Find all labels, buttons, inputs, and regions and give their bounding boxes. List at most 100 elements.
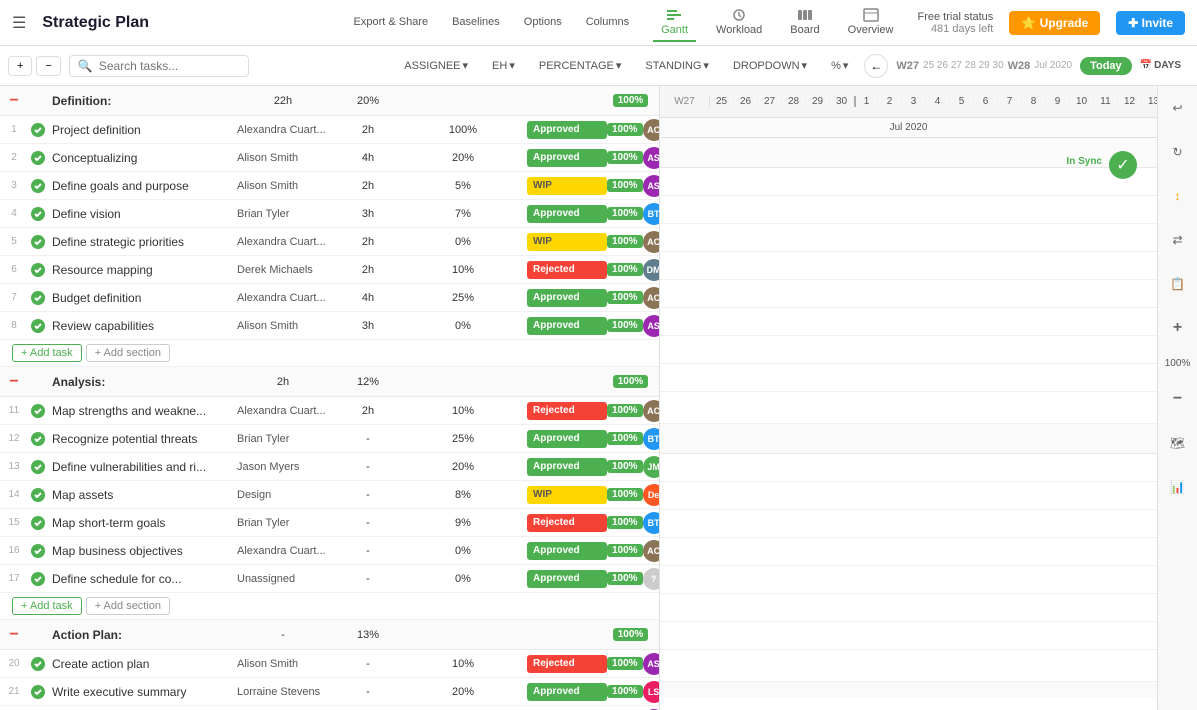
gantt-task-row	[660, 594, 1157, 622]
tab-options[interactable]: Options	[516, 12, 570, 34]
table-row[interactable]: 13 Define vulnerabilities and ri... Jaso…	[0, 453, 659, 481]
task-check-icon[interactable]	[28, 431, 48, 447]
percentage-cell: 0%	[403, 236, 523, 248]
gantt-back-arrow[interactable]: ←	[864, 54, 888, 78]
invite-button[interactable]: ✚ Invite	[1116, 11, 1185, 35]
table-row[interactable]: 8 Review capabilities Alison Smith 3h 0%…	[0, 312, 659, 340]
eh-cell: 3h	[333, 208, 403, 220]
search-box[interactable]: 🔍	[69, 55, 249, 77]
section-eh-action_plan: -	[233, 629, 333, 641]
table-row[interactable]: 12 Recognize potential threats Brian Tyl…	[0, 425, 659, 453]
task-check-icon[interactable]	[28, 403, 48, 419]
add-task-button-definition[interactable]: + Add task	[12, 344, 82, 362]
table-row[interactable]: 11 Map strengths and weakne... Alexandra…	[0, 397, 659, 425]
tab-baselines[interactable]: Baselines	[444, 12, 508, 34]
table-row[interactable]: 1 Project definition Alexandra Cuart... …	[0, 116, 659, 144]
col-header-percentage[interactable]: PERCENTAGE ▾	[531, 59, 630, 72]
col-header-pct[interactable]: % ▾	[823, 59, 856, 72]
task-check-icon[interactable]	[28, 515, 48, 531]
task-check-icon[interactable]	[28, 318, 48, 334]
sidebar-copy-icon[interactable]: 📋	[1164, 270, 1192, 298]
col-header-eh[interactable]: EH ▾	[484, 59, 523, 72]
standing-cell: Rejected	[523, 261, 603, 279]
day-cell: 11	[1094, 96, 1118, 107]
row-number: 1	[0, 124, 28, 135]
table-row[interactable]: 6 Resource mapping Derek Michaels 2h 10%…	[0, 256, 659, 284]
upgrade-button[interactable]: ⭐ Upgrade	[1009, 11, 1100, 35]
task-check-icon[interactable]	[28, 487, 48, 503]
section-label-definition: Definition:	[48, 94, 233, 108]
task-check-icon[interactable]	[28, 262, 48, 278]
zoom-percentage: 100%	[1165, 358, 1191, 369]
standing-cell: Approved	[523, 121, 603, 139]
table-row[interactable]: 2 Conceptualizing Alison Smith 4h 20% Ap…	[0, 144, 659, 172]
avatar: AS	[643, 147, 660, 169]
col-header-standing[interactable]: STANDING ▾	[637, 59, 717, 72]
task-check-icon[interactable]	[28, 290, 48, 306]
task-name: Define schedule for co...	[48, 572, 233, 586]
sidebar-swap-icon[interactable]: ⇄	[1164, 226, 1192, 254]
tab-export[interactable]: Export & Share	[346, 12, 437, 34]
table-row[interactable]: 14 Map assets Design - 8% WIP 100% De	[0, 481, 659, 509]
task-check-icon[interactable]	[28, 122, 48, 138]
day-cell: 25	[710, 96, 734, 107]
sidebar-zoom-in-icon[interactable]: +	[1164, 314, 1192, 342]
table-row[interactable]: 21 Write executive summary Lorraine Stev…	[0, 678, 659, 706]
col-header-assignee[interactable]: ASSIGNEE ▾	[396, 59, 476, 72]
avatar: JM	[643, 456, 660, 478]
table-row[interactable]: 15 Map short-term goals Brian Tyler - 9%…	[0, 509, 659, 537]
sidebar-zoom-out-icon[interactable]: −	[1164, 385, 1192, 413]
gantt-task-row	[660, 622, 1157, 650]
tab-overview[interactable]: Overview	[840, 4, 902, 42]
tab-workload[interactable]: Workload	[708, 4, 770, 42]
sidebar-sort-icon[interactable]: ↕	[1164, 182, 1192, 210]
task-check-icon[interactable]	[28, 459, 48, 475]
task-check-icon[interactable]	[28, 150, 48, 166]
task-check-icon[interactable]	[28, 656, 48, 672]
task-badge: 100%	[607, 516, 643, 529]
tab-gantt[interactable]: Gantt	[653, 4, 696, 42]
task-check-icon[interactable]	[28, 178, 48, 194]
section-toggle-definition[interactable]: −	[0, 92, 28, 110]
standing-cell: Approved	[523, 149, 603, 167]
standing-bar: Approved	[527, 317, 607, 335]
avatar: De	[643, 484, 660, 506]
table-row[interactable]: 17 Define schedule for co... Unassigned …	[0, 565, 659, 593]
add-section-button-definition[interactable]: + Add section	[86, 344, 170, 362]
search-input[interactable]	[99, 59, 240, 73]
row-number: 5	[0, 236, 28, 247]
add-section-button-analysis[interactable]: + Add section	[86, 597, 170, 615]
sidebar-chart-icon[interactable]: 📊	[1164, 473, 1192, 501]
table-row[interactable]: 22 Select team Alison Smith - 25% Approv…	[0, 706, 659, 710]
task-name: Review capabilities	[48, 319, 233, 333]
row-number: 13	[0, 461, 28, 472]
table-row[interactable]: 4 Define vision Brian Tyler 3h 7% Approv…	[0, 200, 659, 228]
add-row-button[interactable]: +	[8, 56, 32, 76]
add-task-button-analysis[interactable]: + Add task	[12, 597, 82, 615]
table-row[interactable]: 3 Define goals and purpose Alison Smith …	[0, 172, 659, 200]
table-row[interactable]: 20 Create action plan Alison Smith - 10%…	[0, 650, 659, 678]
table-row[interactable]: 5 Define strategic priorities Alexandra …	[0, 228, 659, 256]
section-toggle-analysis[interactable]: −	[0, 373, 28, 391]
gantt-task-row	[660, 252, 1157, 280]
task-check-icon[interactable]	[28, 543, 48, 559]
tab-columns[interactable]: Columns	[578, 12, 637, 34]
task-check-icon[interactable]	[28, 684, 48, 700]
gantt-tab-label: Gantt	[661, 24, 688, 36]
sidebar-undo-icon[interactable]: ↩	[1164, 94, 1192, 122]
remove-row-button[interactable]: −	[36, 56, 60, 76]
task-check-icon[interactable]	[28, 206, 48, 222]
task-check-icon[interactable]	[28, 234, 48, 250]
section-toggle-action_plan[interactable]: −	[0, 626, 28, 644]
tab-board[interactable]: Board	[782, 4, 827, 42]
table-row[interactable]: 16 Map business objectives Alexandra Cua…	[0, 537, 659, 565]
table-row[interactable]: 7 Budget definition Alexandra Cuart... 4…	[0, 284, 659, 312]
assignee-cell: Design	[233, 489, 333, 501]
sidebar-map-icon[interactable]: 🗺	[1164, 429, 1192, 457]
sidebar-redo-icon[interactable]: ↻	[1164, 138, 1192, 166]
task-check-icon[interactable]	[28, 571, 48, 587]
menu-icon[interactable]: ☰	[12, 13, 26, 33]
today-button[interactable]: Today	[1080, 57, 1132, 75]
day-cell: 1	[854, 96, 878, 107]
col-header-dropdown[interactable]: DROPDOWN ▾	[725, 59, 815, 72]
